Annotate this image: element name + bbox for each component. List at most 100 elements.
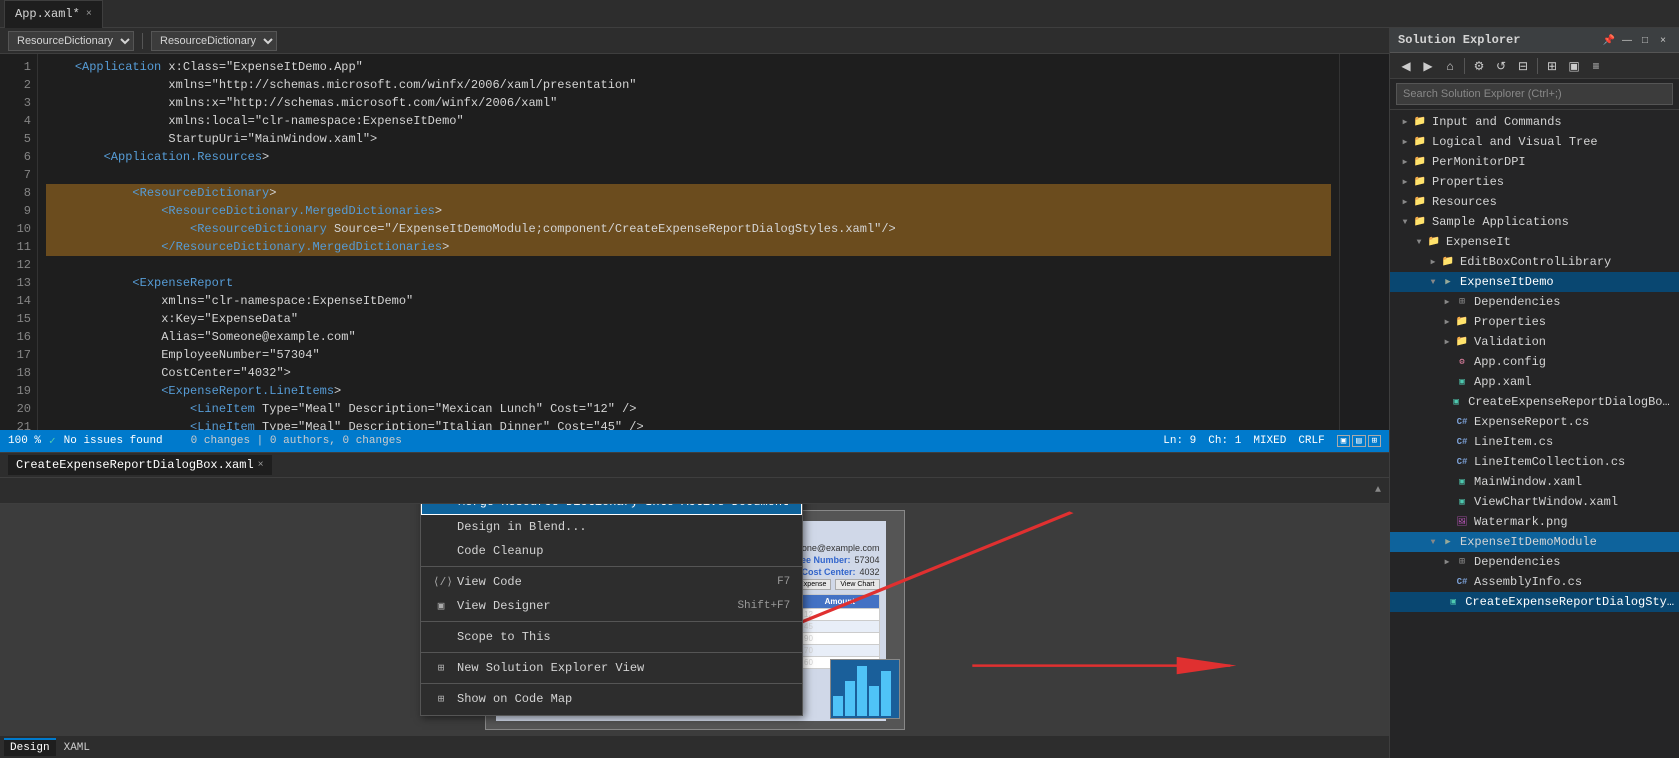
dialog-tab-close[interactable]: × [258, 460, 264, 471]
tree-node-icon: 📁 [1440, 255, 1456, 269]
context-menu: OpenOpen With...Merge Resource Dictionar… [420, 504, 803, 716]
tree-node-icon: ▣ [1445, 595, 1461, 609]
context-menu-item-new-sol[interactable]: ⊞New Solution Explorer View [421, 656, 802, 680]
close-tab-btn[interactable]: × [86, 9, 92, 20]
tree-item[interactable]: ▶📁Input and Commands [1390, 112, 1679, 132]
tree-item[interactable]: 🖼Watermark.png [1390, 512, 1679, 532]
tree-item[interactable]: ▣ViewChartWindow.xaml [1390, 492, 1679, 512]
line-number: 11 [0, 238, 31, 256]
line-number: 6 [0, 148, 31, 166]
tree-item[interactable]: ▶📁Properties [1390, 172, 1679, 192]
encoding-label: MIXED [1253, 435, 1286, 447]
tree-node-label: EditBoxControlLibrary [1460, 255, 1611, 269]
context-menu-item-design-blend[interactable]: Design in Blend... [421, 515, 802, 539]
sol-forward-btn[interactable]: ▶ [1418, 56, 1438, 76]
line-number: 15 [0, 310, 31, 328]
tree-node-label: CreateExpenseReportDialogBox.xaml [1468, 395, 1675, 409]
context-menu-item-view-designer[interactable]: ▣View DesignerShift+F7 [421, 594, 802, 618]
minimap [1339, 54, 1389, 430]
tree-item[interactable]: C#ExpenseReport.cs [1390, 412, 1679, 432]
design-tab[interactable]: Design [4, 738, 56, 756]
tree-node-icon: 🖼 [1454, 515, 1470, 529]
xaml-tab[interactable]: XAML [58, 738, 96, 756]
sol-settings-btn[interactable]: ⚙ [1469, 56, 1489, 76]
close-panel-btn[interactable]: × [1655, 32, 1671, 48]
tree-arrow-icon: ▶ [1398, 197, 1412, 207]
line-number: 17 [0, 346, 31, 364]
tree-item[interactable]: ▼▶ExpenseItDemo [1390, 272, 1679, 292]
editor-toolbar: ResourceDictionary ResourceDictionary [0, 28, 1389, 54]
line-number: 10 [0, 220, 31, 238]
tree-item[interactable]: ▣CreateExpenseReportDialogBox.xaml [1390, 392, 1679, 412]
tree-item[interactable]: ▼📁ExpenseIt [1390, 232, 1679, 252]
line-number: 4 [0, 112, 31, 130]
app-xaml-tab[interactable]: App.xaml* × [4, 0, 103, 28]
tree-item[interactable]: C#LineItem.cs [1390, 432, 1679, 452]
tree-item[interactable]: ▶📁EditBoxControlLibrary [1390, 252, 1679, 272]
tree-node-icon: 📁 [1412, 115, 1428, 129]
sol-collapse-btn[interactable]: ⊟ [1513, 56, 1533, 76]
context-menu-item-merge-resource[interactable]: Merge Resource Dictionary Into Active Do… [421, 504, 802, 515]
line-number: 7 [0, 166, 31, 184]
tree-item[interactable]: ▣CreateExpenseReportDialogStyles.xaml [1390, 592, 1679, 612]
sol-view-btn[interactable]: ⊞ [1542, 56, 1562, 76]
tree-item[interactable]: ▶📁Properties [1390, 312, 1679, 332]
tree-arrow-icon: ▶ [1440, 557, 1454, 567]
tree-item[interactable]: ▶📁Logical and Visual Tree [1390, 132, 1679, 152]
code-line: xmlns="clr-namespace:ExpenseItDemo" [46, 292, 1331, 310]
expense-cell: 70 [801, 645, 879, 657]
context-menu-item-view-code[interactable]: ⟨/⟩View CodeF7 [421, 570, 802, 594]
tree-item[interactable]: ▶📁PerMonitorDPI [1390, 152, 1679, 172]
ctx-item-icon: ▣ [433, 599, 449, 613]
tree-node-label: App.xaml [1474, 375, 1532, 389]
dialog-box-tab[interactable]: CreateExpenseReportDialogBox.xaml × [8, 455, 272, 475]
tree-item[interactable]: ▶📁Validation [1390, 332, 1679, 352]
context-menu-item-code-map[interactable]: ⊞Show on Code Map [421, 687, 802, 711]
solution-toolbar: ◀ ▶ ⌂ ⚙ ↺ ⊟ ⊞ ▣ ≡ [1390, 53, 1679, 79]
tree-item[interactable]: ▣App.xaml [1390, 372, 1679, 392]
zoom-level[interactable]: 100 % [8, 435, 41, 447]
tree-item[interactable]: ▼▶ExpenseItDemoModule [1390, 532, 1679, 552]
tree-item[interactable]: ▶⊞Dependencies [1390, 292, 1679, 312]
tree-arrow-icon: ▶ [1440, 337, 1454, 347]
sol-refresh-btn[interactable]: ↺ [1491, 56, 1511, 76]
tree-item[interactable]: C#LineItemCollection.cs [1390, 452, 1679, 472]
tree-node-icon: C# [1454, 455, 1470, 469]
minimize-btn[interactable]: — [1619, 32, 1635, 48]
view-chart-btn[interactable]: View Chart [835, 579, 879, 590]
tree-node-label: App.config [1474, 355, 1546, 369]
tree-item[interactable]: ▶⊞Dependencies [1390, 552, 1679, 572]
tree-item[interactable]: ▼📁Sample Applications [1390, 212, 1679, 232]
tree-node-icon: ⚙ [1454, 355, 1470, 369]
tree-arrow-icon: ▼ [1398, 218, 1412, 227]
sol-preview-btn[interactable]: ▣ [1564, 56, 1584, 76]
tree-node-icon: ⊞ [1454, 295, 1470, 309]
issues-label: No issues found [64, 435, 163, 447]
tree-item[interactable]: ⚙ App.config [1390, 352, 1679, 372]
context-menu-item-scope[interactable]: Scope to This [421, 625, 802, 649]
sol-filter-btn[interactable]: ≡ [1586, 56, 1606, 76]
code-line: EmployeeNumber="57304" [46, 346, 1331, 364]
member-dropdown[interactable]: ResourceDictionary [151, 31, 277, 51]
pin-btn[interactable]: 📌 [1601, 32, 1617, 48]
tree-item[interactable]: ▶📁Resources [1390, 192, 1679, 212]
bottom-file-tab-bar: CreateExpenseReportDialogBox.xaml × [0, 452, 1389, 478]
ctx-item-label: Design in Blend... [457, 520, 587, 534]
expand-btn[interactable]: □ [1637, 32, 1653, 48]
tree-item[interactable]: ▣MainWindow.xaml [1390, 472, 1679, 492]
code-content[interactable]: <Application x:Class="ExpenseItDemo.App"… [38, 54, 1339, 430]
lower-content: Create Expense Report Email Alias: Someo… [0, 504, 1389, 736]
view-toggles[interactable]: ▣ ▤ ⊞ [1337, 435, 1381, 447]
sol-back-btn[interactable]: ◀ [1396, 56, 1416, 76]
line-ending-label: CRLF [1298, 435, 1324, 447]
context-menu-separator [421, 621, 802, 622]
tree-item[interactable]: C#AssemblyInfo.cs [1390, 572, 1679, 592]
solution-explorer-header: Solution Explorer 📌 — □ × [1390, 28, 1679, 53]
sol-home-btn[interactable]: ⌂ [1440, 56, 1460, 76]
context-menu-item-code-cleanup[interactable]: Code Cleanup [421, 539, 802, 563]
line-number: 13 [0, 274, 31, 292]
sol-sep2 [1537, 58, 1538, 74]
solution-search-input[interactable] [1396, 83, 1673, 105]
solution-explorer-panel: Solution Explorer 📌 — □ × ◀ ▶ ⌂ ⚙ ↺ ⊟ ⊞ … [1389, 28, 1679, 758]
scope-dropdown[interactable]: ResourceDictionary [8, 31, 134, 51]
